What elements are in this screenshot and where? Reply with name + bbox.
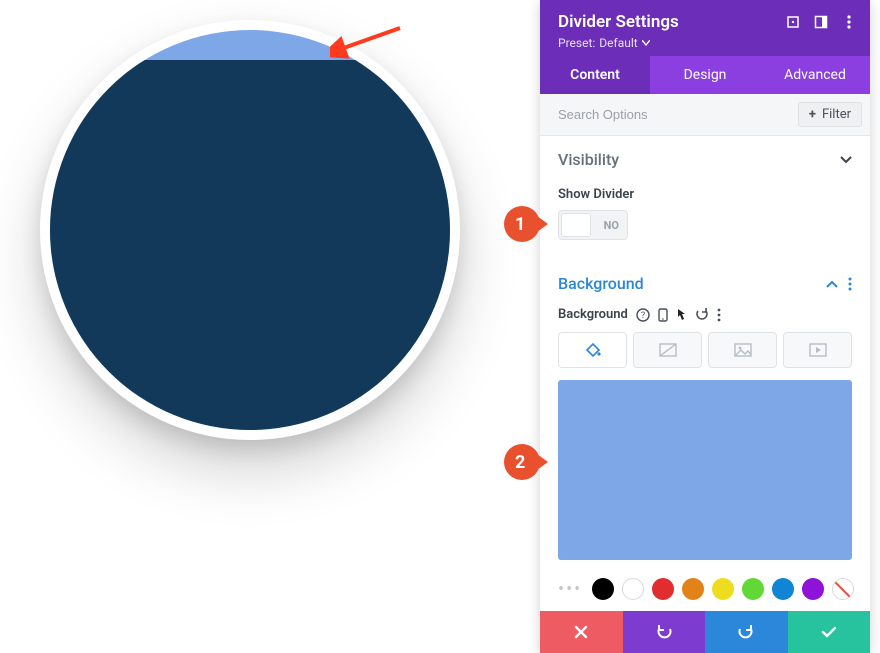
panel-tabs: Content Design Advanced — [540, 56, 870, 94]
background-field-row: Background ? — [558, 307, 852, 322]
swatch-white[interactable] — [622, 578, 644, 600]
tab-advanced[interactable]: Advanced — [760, 56, 870, 94]
swatch-red[interactable] — [652, 578, 674, 600]
annotation-callout-2-label: 2 — [515, 452, 525, 473]
preview-circle-frame — [40, 20, 460, 440]
more-swatches-icon[interactable]: ••• — [558, 579, 584, 600]
image-icon — [734, 343, 752, 357]
kebab-icon[interactable] — [848, 277, 852, 291]
gradient-icon — [659, 343, 677, 357]
search-row: + Filter — [540, 94, 870, 136]
swatch-blue[interactable] — [772, 578, 794, 600]
bg-tab-gradient[interactable] — [633, 332, 702, 368]
kebab-icon[interactable] — [717, 308, 721, 322]
background-field-label: Background — [558, 307, 628, 322]
section-visibility-header[interactable]: Visibility — [558, 136, 852, 183]
show-divider-toggle[interactable]: NO — [558, 210, 628, 240]
chevron-down-icon — [840, 156, 852, 164]
close-icon — [574, 625, 588, 639]
panel-header: Divider Settings Preset: Default — [540, 0, 870, 56]
save-button[interactable] — [788, 611, 871, 653]
swatch-orange[interactable] — [682, 578, 704, 600]
swatch-black[interactable] — [592, 578, 614, 600]
bg-tab-image[interactable] — [708, 332, 777, 368]
filter-button[interactable]: + Filter — [798, 102, 862, 127]
section-background-title: Background — [558, 274, 644, 293]
background-color-preview[interactable] — [558, 380, 852, 560]
preview-circle — [50, 30, 450, 430]
video-icon — [809, 343, 827, 357]
undo-button[interactable] — [623, 611, 706, 653]
panel-footer — [540, 611, 870, 653]
preview-circle-body — [50, 60, 450, 430]
snap-icon[interactable] — [814, 15, 828, 29]
search-input[interactable] — [558, 107, 728, 122]
swatch-row: ••• — [558, 578, 852, 606]
annotation-callout-1-label: 1 — [515, 214, 525, 235]
chevron-up-icon — [826, 280, 838, 288]
kebab-icon[interactable] — [842, 15, 856, 29]
tab-content[interactable]: Content — [540, 56, 650, 94]
cancel-button[interactable] — [540, 611, 623, 653]
preview-area — [0, 0, 498, 560]
section-background: Background Background ? — [540, 260, 870, 606]
check-icon — [821, 626, 837, 638]
toggle-thumb — [561, 213, 591, 237]
bg-tab-color[interactable] — [558, 332, 627, 368]
settings-panel: Divider Settings Preset: Default Content… — [540, 0, 870, 653]
swatch-none[interactable] — [832, 578, 854, 600]
reset-icon[interactable] — [695, 308, 709, 322]
toggle-value: NO — [604, 219, 619, 232]
undo-icon — [655, 625, 673, 639]
expand-icon[interactable] — [786, 15, 800, 29]
svg-text:?: ? — [641, 311, 645, 321]
chevron-down-icon — [642, 40, 650, 46]
swatch-green[interactable] — [742, 578, 764, 600]
section-visibility: Visibility Show Divider NO — [540, 136, 870, 260]
help-icon[interactable]: ? — [636, 308, 650, 322]
tab-design[interactable]: Design — [650, 56, 760, 94]
hover-icon[interactable] — [676, 308, 687, 322]
bg-tab-video[interactable] — [783, 332, 852, 368]
paint-bucket-icon — [584, 341, 602, 359]
background-type-tabs — [558, 332, 852, 368]
plus-icon: + — [809, 107, 816, 122]
redo-icon — [737, 625, 755, 639]
show-divider-label: Show Divider — [558, 187, 852, 202]
swatch-yellow[interactable] — [712, 578, 734, 600]
panel-body: Visibility Show Divider NO Background — [540, 136, 870, 611]
redo-button[interactable] — [705, 611, 788, 653]
swatch-purple[interactable] — [802, 578, 824, 600]
preset-selector[interactable]: Preset: Default — [558, 36, 856, 50]
panel-title: Divider Settings — [558, 12, 679, 32]
section-visibility-title: Visibility — [558, 150, 619, 169]
tablet-icon[interactable] — [658, 308, 668, 322]
section-background-header[interactable]: Background — [558, 260, 852, 307]
